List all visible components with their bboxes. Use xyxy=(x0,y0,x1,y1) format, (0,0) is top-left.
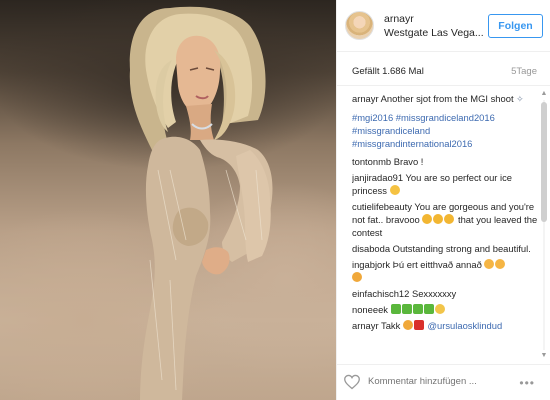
green-heart-emoji-icon xyxy=(423,304,434,314)
comment-item: einfachisch12 Sexxxxxxy xyxy=(352,287,542,300)
comment-username[interactable]: noneeek xyxy=(352,304,388,315)
comment-item: noneeek xyxy=(352,303,542,316)
comment-item: disaboda Outstanding strong and beautifu… xyxy=(352,242,542,255)
hashtag-block: #mgi2016 #missgrandiceland2016 #missgran… xyxy=(352,111,542,150)
likes-count[interactable]: Gefällt 1.686 Mal xyxy=(352,66,424,77)
comment-item: ingabjork Þú ert eitthvað annað xyxy=(352,258,542,284)
scroll-thumb[interactable] xyxy=(541,102,547,222)
green-heart-emoji-icon xyxy=(412,304,423,314)
comment-username[interactable]: cutielifebeauty xyxy=(352,201,412,212)
caption-text: Another sjot from the MGI shoot xyxy=(380,93,514,104)
post-header: arnayr Westgate Las Vega... Folgen xyxy=(337,0,550,52)
heart-eyes-emoji-icon xyxy=(352,272,362,282)
comment-item: tontonmb Bravo ! xyxy=(352,155,542,168)
hashtag-line[interactable]: #missgrandiceland xyxy=(352,124,542,137)
sparkle-emoji-icon: ✧ xyxy=(516,94,524,104)
comment-item: janjiradao91 You are so perfect our ice … xyxy=(352,171,542,197)
hashtag-line[interactable]: #missgrandinternational2016 xyxy=(352,137,542,150)
clap-emoji-icon xyxy=(444,214,455,224)
comment-item: cutielifebeauty You are gorgeous and you… xyxy=(352,200,542,239)
green-heart-emoji-icon xyxy=(401,304,412,314)
avatar[interactable] xyxy=(345,11,374,40)
red-heart-emoji-icon xyxy=(413,320,424,330)
heart-eyes-emoji-icon xyxy=(402,320,413,330)
comment-list: arnayr Another sjot from the MGI shoot ✧… xyxy=(352,92,542,364)
username-link[interactable]: arnayr xyxy=(384,13,414,25)
comment-username[interactable]: einfachisch12 xyxy=(352,288,409,299)
heart-icon[interactable] xyxy=(343,374,361,390)
comment-text: Takk xyxy=(381,320,401,331)
caption-username[interactable]: arnayr xyxy=(352,93,379,104)
post-sidebar: arnayr Westgate Las Vega... Folgen Gefäl… xyxy=(336,0,550,400)
photo-illustration xyxy=(129,6,273,400)
instagram-post: arnayr Westgate Las Vega... Folgen Gefäl… xyxy=(0,0,550,400)
comment-username[interactable]: disaboda xyxy=(352,243,390,254)
post-photo[interactable] xyxy=(0,0,336,400)
post-time[interactable]: 5Tage xyxy=(511,66,537,77)
post-caption: arnayr Another sjot from the MGI shoot ✧ xyxy=(352,92,542,106)
smirk-emoji-icon xyxy=(434,304,445,314)
comment-username[interactable]: arnayr xyxy=(352,320,379,331)
more-icon[interactable]: ••• xyxy=(519,376,535,390)
comment-text: Þú ert eitthvað annað xyxy=(392,259,482,270)
comment-text: Sexxxxxxy xyxy=(411,288,457,299)
follow-button[interactable]: Folgen xyxy=(488,14,543,38)
comment-username[interactable]: janjiradao91 xyxy=(352,172,403,183)
comment-item: arnayr Takk @ursulaosklindud xyxy=(352,319,542,332)
scroll-down-icon[interactable]: ▼ xyxy=(540,352,548,360)
comment-text: Outstanding strong and beautiful. xyxy=(392,243,531,254)
smile-emoji-icon xyxy=(389,185,400,195)
comment-input[interactable] xyxy=(368,376,498,387)
green-heart-emoji-icon xyxy=(390,304,401,314)
scroll-up-icon[interactable]: ▲ xyxy=(540,90,548,98)
comment-username[interactable]: ingabjork xyxy=(352,259,390,270)
post-stats: Gefällt 1.686 Mal 5Tage xyxy=(337,52,550,86)
mention-link[interactable]: @ursulaosklindud xyxy=(428,320,503,331)
clap-emoji-icon xyxy=(433,214,444,224)
comment-username[interactable]: tontonmb xyxy=(352,156,391,167)
scream-emoji-icon xyxy=(484,259,495,269)
comment-text: Bravo ! xyxy=(393,156,424,167)
comment-bar: ••• xyxy=(337,364,550,400)
clap-emoji-icon xyxy=(422,214,433,224)
comments-scrollbar[interactable]: ▲ ▼ xyxy=(540,90,548,360)
scream-emoji-icon xyxy=(495,259,506,269)
hashtag-line[interactable]: #mgi2016 #missgrandiceland2016 xyxy=(352,111,542,124)
location-link[interactable]: Westgate Las Vega... xyxy=(384,27,484,39)
